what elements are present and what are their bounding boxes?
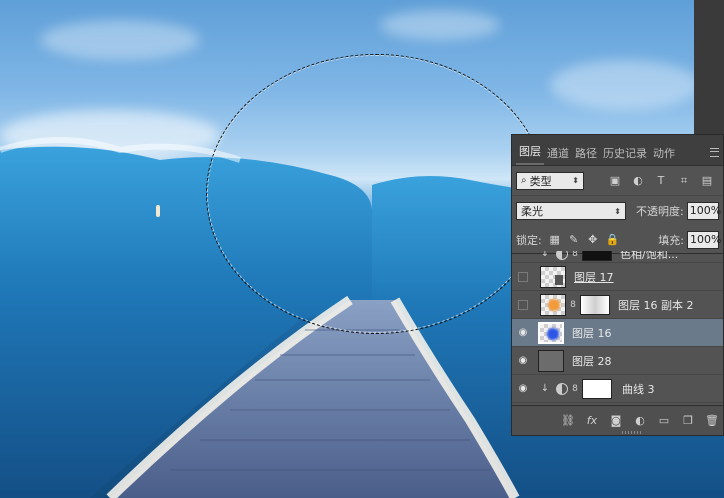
text-filter-icon[interactable]: T [654,174,668,188]
layer-name[interactable]: 图层 16 [572,325,612,341]
tab-paths[interactable]: 路径 [572,145,600,165]
chain-link-icon: 8 [572,383,578,394]
layer-name[interactable]: 图层 17 [574,269,614,285]
opacity-input[interactable]: 100% [686,202,721,220]
layer-thumbnail[interactable] [540,265,566,288]
layer-row-selected[interactable]: ◉ 图层 16 [512,319,723,347]
adjustment-layer-icon [556,382,568,395]
lock-transparent-icon[interactable]: ▦ [549,233,561,246]
fill-input[interactable]: 100% [687,230,721,249]
layer-row[interactable]: 图层 17 [512,263,723,291]
layer-mask-thumbnail[interactable] [580,294,610,315]
image-filter-icon[interactable]: ▣ [608,174,622,188]
adjustment-filter-icon[interactable]: ◐ [631,174,645,188]
layers-list: ↓ 8 色相/饱和... 图层 17 8 图层 16 副本 2 ◉ 图层 16 … [512,251,723,407]
shape-filter-icon[interactable]: ⌗ [677,174,691,188]
opacity-label: 不透明度: [636,205,684,218]
lock-pixels-brush-icon[interactable]: ✎ [568,233,580,246]
layer-name[interactable]: 色相/饱和... [620,251,678,262]
marquee-selection[interactable] [206,54,546,334]
workspace-background [694,0,724,134]
eye-icon[interactable]: ◉ [512,383,534,394]
fill-label: 填充: [658,233,684,247]
lock-position-move-icon[interactable]: ✥ [587,233,599,246]
layer-row[interactable]: ↓ 8 色相/饱和... [512,251,723,263]
filter-kind-dropdown[interactable]: ⌕ 类型 ⬍ [516,171,584,190]
new-adjustment-icon[interactable]: ◐ [633,414,647,428]
link-layers-icon[interactable]: ⛓ [561,414,575,428]
new-layer-icon[interactable]: ❐ [681,414,695,428]
tab-actions[interactable]: 动作 [650,145,678,165]
fx-icon[interactable]: fx [585,414,599,428]
eye-icon[interactable]: ◉ [512,327,534,338]
visibility-toggle[interactable] [518,299,528,310]
tab-layers[interactable]: 图层 [516,143,544,165]
resize-grip[interactable] [622,431,642,434]
chevron-updown-icon: ⬍ [614,206,621,216]
lock-row: 锁定: ▦ ✎ ✥ 🔒 填充: 100% [512,226,723,254]
layer-name[interactable]: 曲线 3 [622,381,655,397]
filter-kind-label: 类型 [529,174,552,188]
blend-mode-value: 柔光 [521,205,543,218]
layer-name[interactable]: 图层 16 副本 2 [618,297,694,313]
layers-panel: 图层 通道 路径 历史记录 动作 ⌕ 类型 ⬍ ▣ ◐ T ⌗ ▤ 柔光 ⬍ 不… [511,134,724,436]
tab-channels[interactable]: 通道 [544,145,572,165]
blend-row: 柔光 ⬍ 不透明度: 100% [512,196,723,226]
layer-row[interactable]: 8 图层 16 副本 2 [512,291,723,319]
layer-thumbnail[interactable] [538,321,564,344]
lock-label: 锁定: [516,233,542,247]
visibility-toggle[interactable] [518,271,528,282]
add-mask-icon[interactable]: ◙ [609,414,623,428]
brush-cursor-icon [156,205,160,217]
panel-footer: ⛓ fx ◙ ◐ ▭ ❐ 🗑 [512,405,723,435]
filter-row: ⌕ 类型 ⬍ ▣ ◐ T ⌗ ▤ [512,166,723,196]
clip-arrow-icon: ↓ [540,383,550,394]
tab-history[interactable]: 历史记录 [600,145,650,165]
chain-link-icon: 8 [572,251,578,259]
adjustment-layer-icon [556,251,568,260]
new-group-folder-icon[interactable]: ▭ [657,414,671,428]
trash-icon[interactable]: 🗑 [705,414,719,428]
layer-name[interactable]: 图层 28 [572,353,612,369]
layer-row[interactable]: ◉ ↓ 8 曲线 3 [512,375,723,403]
search-icon: ⌕ [521,175,527,186]
panel-tabs: 图层 通道 路径 历史记录 动作 [512,135,723,166]
layer-thumbnail[interactable] [538,349,564,372]
chevron-updown-icon: ⬍ [572,176,579,185]
layer-thumbnail[interactable] [540,293,566,316]
layer-row[interactable]: ◉ 图层 28 [512,347,723,375]
lock-icon[interactable]: 🔒 [606,233,620,246]
layer-mask-thumbnail[interactable] [582,251,612,261]
layer-mask-thumbnail[interactable] [582,378,612,399]
clip-arrow-icon: ↓ [540,251,550,259]
eye-icon[interactable]: ◉ [512,355,534,366]
smart-object-filter-icon[interactable]: ▤ [700,174,714,188]
panel-menu-icon[interactable] [710,148,719,157]
blend-mode-dropdown[interactable]: 柔光 ⬍ [516,202,626,220]
chain-link-icon: 8 [570,299,576,310]
